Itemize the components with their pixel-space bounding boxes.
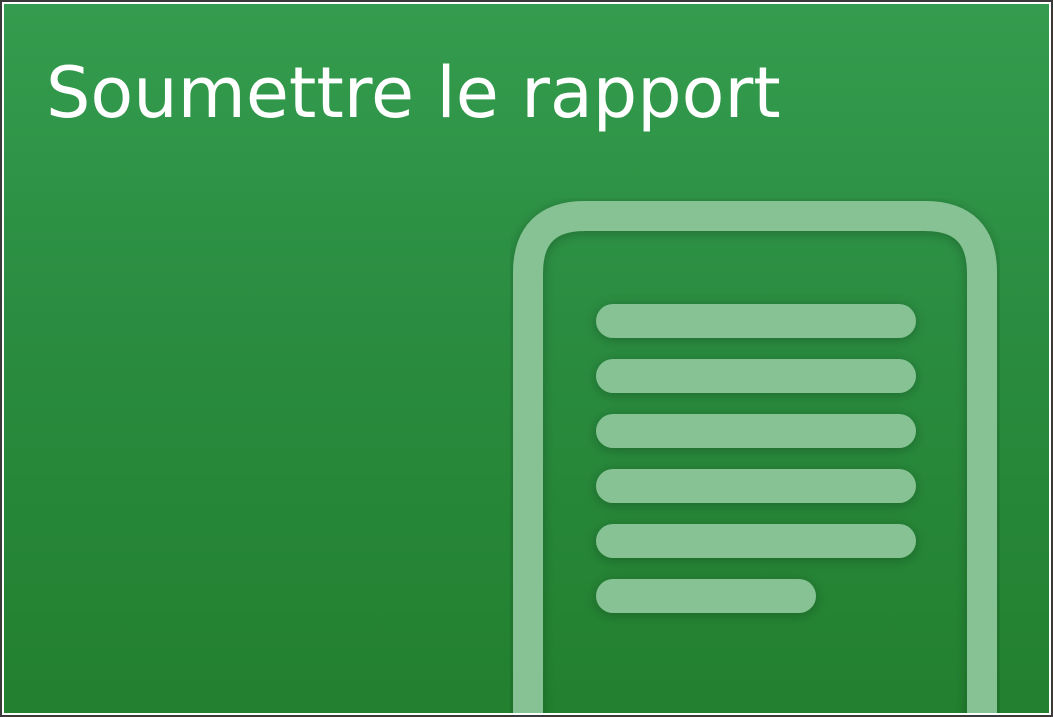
tile-frame: Soumettre le rapport (0, 0, 1053, 717)
tile-title: Soumettre le rapport (46, 52, 781, 134)
document-icon (513, 201, 997, 713)
submit-report-tile[interactable]: Soumettre le rapport (4, 4, 1049, 713)
